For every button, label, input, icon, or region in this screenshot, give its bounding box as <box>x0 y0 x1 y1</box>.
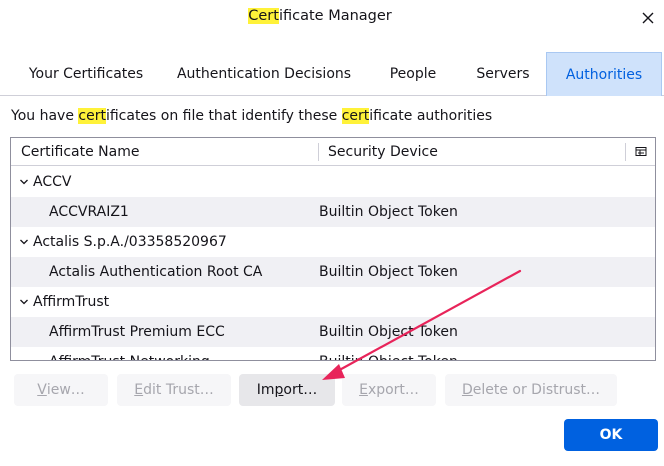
window-title: Certificate Manager <box>248 8 392 24</box>
tree-row-group[interactable]: Actalis S.p.A./03358520967 <box>11 227 655 257</box>
tree-row-group[interactable]: AffirmTrust <box>11 287 655 317</box>
export-button[interactable]: Export… <box>342 374 436 406</box>
chevron-down-icon[interactable] <box>18 236 30 248</box>
column-separator[interactable] <box>625 143 626 161</box>
close-button[interactable] <box>636 6 660 30</box>
tab-servers[interactable]: Servers <box>460 52 546 96</box>
intro-text: You have certificates on file that ident… <box>11 108 493 124</box>
tree-header: Certificate Name Security Device <box>11 138 655 166</box>
chevron-down-icon[interactable] <box>18 176 30 188</box>
row-certificate-name: Actalis S.p.A./03358520967 <box>33 234 227 250</box>
authorities-tree[interactable]: Certificate Name Security Device ACCV AC… <box>10 137 656 361</box>
column-separator[interactable] <box>318 143 319 161</box>
row-certificate-name: ACCV <box>33 174 72 190</box>
view-button[interactable]: View… <box>14 374 108 406</box>
tab-authorities[interactable]: Authorities <box>546 52 662 96</box>
delete-or-distrust-button[interactable]: Delete or Distrust… <box>445 374 617 406</box>
tab-authentication-decisions[interactable]: Authentication Decisions <box>162 52 366 96</box>
row-security-device: Builtin Object Token <box>319 264 458 280</box>
tree-rows: ACCV ACCVRAIZ1 Builtin Object Token Acta… <box>11 167 655 360</box>
tree-row-certificate[interactable]: Actalis Authentication Root CA Builtin O… <box>11 257 655 287</box>
tree-row-certificate[interactable]: ACCVRAIZ1 Builtin Object Token <box>11 197 655 227</box>
tree-row-certificate[interactable]: AffirmTrust Premium ECC Builtin Object T… <box>11 317 655 347</box>
row-security-device: Builtin Object Token <box>319 204 458 220</box>
row-certificate-name: AffirmTrust Networking <box>49 347 210 360</box>
column-security-device[interactable]: Security Device <box>328 138 618 166</box>
tab-your-certificates[interactable]: Your Certificates <box>10 52 162 96</box>
title-bar: Certificate Manager <box>0 0 664 36</box>
import-button[interactable]: Im p ort… <box>239 374 335 406</box>
edit-trust-button[interactable]: Edit Trust… <box>117 374 231 406</box>
column-picker-icon <box>635 147 647 156</box>
row-certificate-name: AffirmTrust Premium ECC <box>49 324 225 340</box>
row-certificate-name: AffirmTrust <box>33 294 110 310</box>
tab-people[interactable]: People <box>366 52 460 96</box>
tree-row-group[interactable]: ACCV <box>11 167 655 197</box>
row-certificate-name: ACCVRAIZ1 <box>49 204 129 220</box>
row-security-device: Builtin Object Token <box>319 347 458 360</box>
close-icon <box>642 12 654 24</box>
ok-button[interactable]: OK <box>564 419 658 451</box>
certificate-manager-dialog: Certificate Manager Your Certificates Au… <box>0 0 664 466</box>
tree-row-certificate[interactable]: AffirmTrust Networking Builtin Object To… <box>11 347 655 360</box>
chevron-down-icon[interactable] <box>18 296 30 308</box>
row-certificate-name: Actalis Authentication Root CA <box>49 264 263 280</box>
column-certificate-name[interactable]: Certificate Name <box>21 138 317 166</box>
tab-bar: Your Certificates Authentication Decisio… <box>0 52 664 96</box>
row-security-device: Builtin Object Token <box>319 324 458 340</box>
column-picker-button[interactable] <box>627 138 655 166</box>
